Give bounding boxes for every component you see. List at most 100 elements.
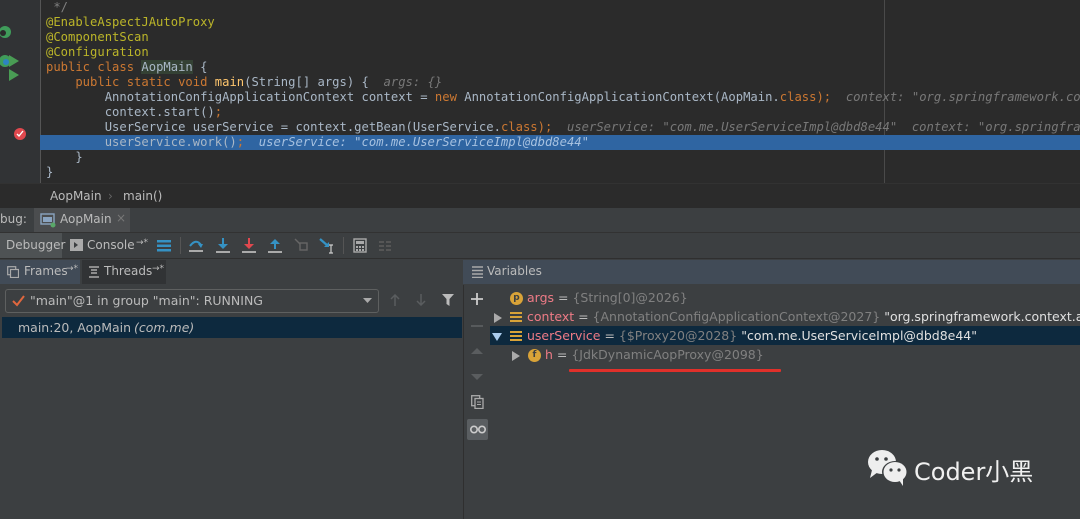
move-up-icon[interactable] [471,347,483,355]
step-out-icon[interactable] [267,236,283,255]
var-equals: = [552,347,572,362]
thread-selected-value: "main"@1 in group "main": RUNNING [30,293,263,308]
frame-package: (com.me) [134,320,195,335]
pin-icon[interactable]: →* [136,238,148,248]
code-token: ); [816,90,832,104]
variable-row-userService[interactable]: userService = {$Proxy20@2028} "com.me.Us… [490,326,1080,345]
var-value: "com.me.UserServiceImpl@dbd8e44" [737,328,978,343]
code-line-execution-point[interactable]: userService.work(); userService: "com.me… [40,135,1080,150]
expand-arrow-icon[interactable] [494,312,502,323]
code-line[interactable]: } [46,165,1080,180]
frame-location: main:20, AopMain [18,320,132,335]
debugger-toolbar: Debugger Console →* [0,233,1080,259]
frame-row[interactable]: main:20, AopMain (com.me) [2,317,462,338]
debug-tool-window-header: bug: AopMain × [0,208,1080,233]
expand-arrow-icon[interactable] [512,350,520,361]
run-main-icon[interactable] [9,69,19,81]
code-line[interactable]: public static void main(String[] args) {… [46,75,1080,90]
field-badge-icon: f [528,349,541,362]
annotation-underline [569,369,781,372]
variable-row-h[interactable]: fh = {JdkDynamicAopProxy@2098} [512,345,764,364]
code-token: new [434,90,457,104]
chevron-down-icon [363,298,372,303]
application-icon [40,213,56,228]
code-line[interactable]: } [46,150,1080,165]
code-token: public class [46,60,142,74]
console-icon [70,239,83,251]
code-line[interactable]: public class AopMain { [46,60,1080,75]
frames-panel: "main"@1 in group "main": RUNNING main:2… [0,285,462,519]
code-token: ; [214,105,223,119]
show-watches-toggle[interactable] [467,419,488,440]
filter-icon[interactable] [442,294,454,306]
step-over-icon[interactable] [188,236,204,255]
fold-line [40,0,41,183]
code-token: public static void [46,75,215,89]
show-execution-point-icon[interactable] [156,236,172,255]
breadcrumb: AopMain › main() [0,183,1080,209]
code-token: */ [46,0,69,14]
copy-icon[interactable] [471,395,484,409]
remove-watch-icon[interactable] [471,320,483,332]
breadcrumb-class[interactable]: AopMain [50,189,102,203]
code-token: (String[] args) { [244,75,384,89]
variables-side-toolbar [463,285,493,519]
code-line[interactable]: @ComponentScan [46,30,1080,45]
var-type: {$Proxy20@2028} [618,328,738,343]
tab-debugger[interactable]: Debugger [0,233,65,258]
close-icon[interactable]: × [116,211,126,225]
code-editor[interactable]: */@EnableAspectJAutoProxy @ComponentScan @… [0,0,1080,183]
code-token: UserService userService = context.getBea… [46,120,501,134]
wechat-icon [868,450,908,486]
code-token: @Configuration [46,45,149,59]
code-line[interactable]: */ [46,0,1080,15]
debug-session-tab[interactable]: AopMain × [34,208,130,232]
aspect-icon [0,26,11,38]
variables-title: Variables [487,264,542,278]
inline-debug-value: userService: "com.me.UserServiceImpl@dbd… [566,120,1080,134]
pin-icon[interactable]: →* [66,264,78,274]
var-equals: = [554,290,573,305]
inline-debug-value: userService: "com.me.UserServiceImpl@dbd… [244,135,589,149]
code-token: class [500,120,538,134]
move-down-icon[interactable] [471,373,483,381]
breadcrumb-method[interactable]: main() [123,189,162,203]
thread-selector[interactable]: "main"@1 in group "main": RUNNING [5,289,379,313]
breakpoint-icon[interactable] [13,127,27,141]
toolbar-separator [343,237,344,254]
parameter-icon: p [510,292,523,305]
evaluate-expression-icon[interactable] [352,236,368,255]
run-to-cursor-icon[interactable] [318,236,336,255]
new-watch-icon[interactable] [471,293,483,305]
toolbar-separator [180,237,181,254]
tab-console[interactable]: Console →* [68,236,148,255]
pin-icon[interactable]: →* [152,264,164,274]
code-token: class [779,90,817,104]
variables-panel-header: Variables [463,260,1080,284]
threads-icon [89,266,99,278]
run-class-icon[interactable] [9,55,19,67]
code-line[interactable]: UserService userService = context.getBea… [46,120,1080,135]
force-step-into-icon[interactable] [241,236,257,255]
variable-row-context[interactable]: context = {AnnotationConfigApplicationCo… [494,307,1080,326]
tab-threads[interactable]: Threads →* [82,260,166,284]
code-content[interactable]: */@EnableAspectJAutoProxy @ComponentScan @… [40,0,1080,180]
var-type: {JdkDynamicAopProxy@2098} [571,347,764,362]
collapse-arrow-icon[interactable] [492,332,502,341]
code-line[interactable]: AnnotationConfigApplicationContext conte… [46,90,1080,105]
step-into-icon[interactable] [215,236,231,255]
editor-gutter[interactable] [0,0,40,183]
code-token: ); [537,120,553,134]
var-type: {String[0]@2026} [572,290,688,305]
trace-stream-icon[interactable] [377,236,393,255]
tab-frames[interactable]: Frames →* [0,260,80,284]
code-token: context.start() [46,105,215,119]
code-line[interactable]: context.start(); [46,105,1080,120]
next-frame-icon[interactable] [416,294,426,306]
code-line[interactable]: @Configuration [46,45,1080,60]
drop-frame-icon[interactable] [293,236,309,255]
previous-frame-icon[interactable] [390,294,400,306]
code-line[interactable]: @EnableAspectJAutoProxy [46,15,1080,30]
variable-row-args[interactable]: p args = {String[0]@2026} [510,288,688,307]
var-name: userService [527,328,601,343]
